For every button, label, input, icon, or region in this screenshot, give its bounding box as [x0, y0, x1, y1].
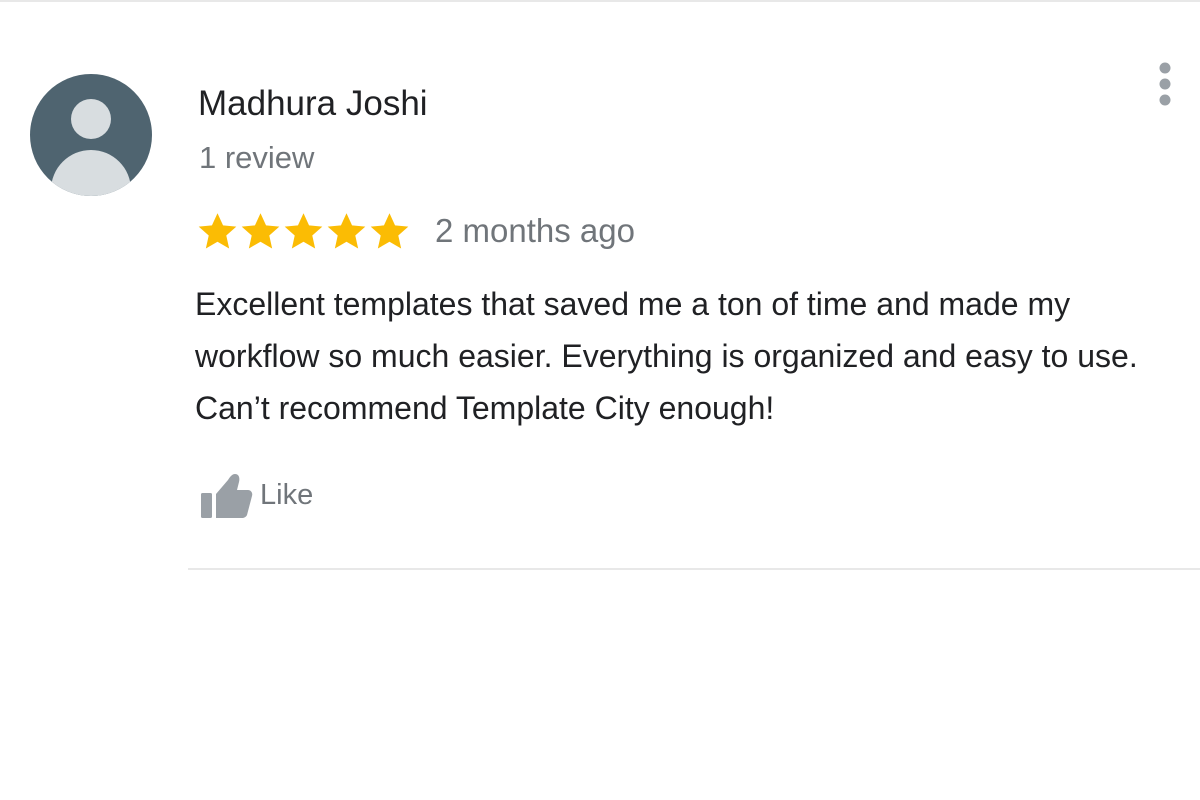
star-icon: [284, 212, 323, 249]
star-rating: [196, 210, 411, 253]
review-text: Excellent templates that saved me a ton …: [195, 286, 1138, 426]
divider: [188, 568, 1200, 570]
like-label: Like: [260, 478, 314, 511]
review-card: Madhura Joshi 1 review 2 months ago Exce…: [0, 0, 1200, 800]
more-vertical-icon[interactable]: [1150, 60, 1180, 110]
top-border: [0, 0, 1200, 2]
review-timestamp: 2 months ago: [435, 212, 635, 249]
like-button[interactable]: Like: [198, 470, 313, 520]
star-icon: [198, 212, 237, 249]
star-icon: [370, 212, 409, 249]
star-icon: [241, 212, 280, 249]
review-count: 1 review: [199, 140, 315, 175]
star-icon: [327, 212, 366, 249]
avatar[interactable]: [30, 74, 152, 196]
rating-row: 2 months ago: [196, 207, 635, 255]
avatar-body-shape: [51, 150, 131, 196]
avatar-head-shape: [71, 99, 111, 139]
reviewer-name[interactable]: Madhura Joshi: [198, 84, 428, 124]
thumbs-up-icon: [201, 474, 253, 518]
